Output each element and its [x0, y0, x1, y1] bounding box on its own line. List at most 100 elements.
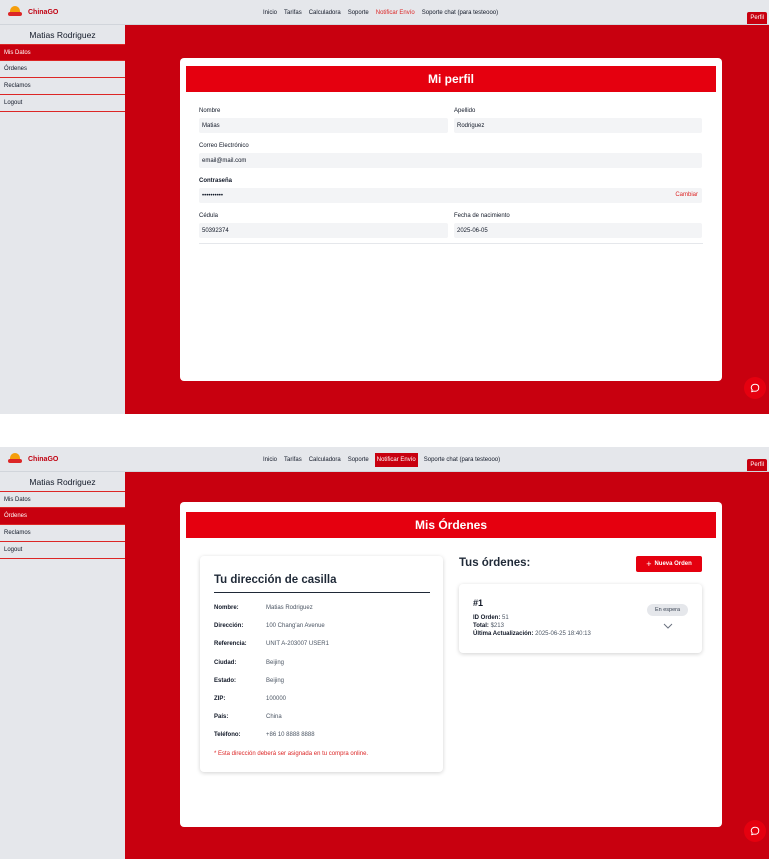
- nombre-field[interactable]: Matias: [199, 118, 448, 133]
- address-row: Referencia: UNIT A-203007 USER1: [214, 641, 329, 647]
- orders-screen: ChinaGO Inicio Tarifas Calculadora Sopor…: [0, 447, 769, 859]
- order-updated: Última Actualización: 2025-06-25 18:40:1…: [473, 631, 591, 637]
- nav-inicio[interactable]: Inicio: [262, 455, 278, 465]
- order-total-value: $213: [490, 623, 504, 629]
- address-key: País:: [214, 714, 229, 720]
- address-key: Nombre:: [214, 605, 239, 611]
- status-badge: En espera: [647, 604, 688, 616]
- address-value: +86 10 8888 8888: [266, 732, 315, 738]
- brand-name: ChinaGO: [28, 8, 59, 16]
- address-note: * Esta dirección deberá ser asignada en …: [214, 751, 369, 757]
- order-id-label: ID Orden:: [473, 615, 501, 621]
- perfil-button[interactable]: Perfil: [747, 12, 767, 24]
- nav-calculadora[interactable]: Calculadora: [308, 455, 342, 465]
- chat-bubble-icon: [750, 383, 760, 393]
- perfil-button[interactable]: Perfil: [747, 459, 767, 471]
- page-title: Mi perfil: [186, 66, 716, 92]
- chat-button[interactable]: [744, 377, 766, 399]
- address-row: ZIP: 100000: [214, 696, 286, 702]
- email-label: Correo Electrónico: [199, 143, 249, 149]
- sidebar: Matias Rodriguez Mis Datos Órdenes Recla…: [0, 25, 125, 414]
- nav-soporte-chat[interactable]: Soporte chat (para testeooo): [421, 8, 499, 18]
- order-card[interactable]: #1 ID Orden: 51 Total: $213 Última Actua…: [459, 584, 702, 653]
- order-id: ID Orden: 51: [473, 615, 509, 621]
- new-order-label: Nueva Orden: [654, 561, 692, 567]
- change-password-link[interactable]: Cambiar: [675, 192, 698, 198]
- nav-tarifas[interactable]: Tarifas: [283, 8, 303, 18]
- address-row: Ciudad: Beijing: [214, 660, 284, 666]
- nav-calculadora[interactable]: Calculadora: [308, 8, 342, 18]
- chat-button[interactable]: [744, 820, 766, 842]
- sidebar-item-ordenes[interactable]: Órdenes: [0, 508, 125, 525]
- birth-date-label: Fecha de nacimiento: [454, 213, 510, 219]
- address-value: China: [266, 714, 282, 720]
- order-updated-value: 2025-06-25 18:40:13: [535, 631, 591, 637]
- top-navbar: ChinaGO Inicio Tarifas Calculadora Sopor…: [0, 0, 769, 25]
- top-navbar: ChinaGO Inicio Tarifas Calculadora Sopor…: [0, 447, 769, 472]
- address-value: Beijing: [266, 660, 285, 666]
- plus-icon: +: [646, 558, 652, 569]
- sidebar-item-mis-datos[interactable]: Mis Datos: [0, 491, 125, 508]
- sidebar-item-reclamos[interactable]: Reclamos: [0, 525, 125, 542]
- password-value: ••••••••••: [202, 192, 224, 199]
- address-value: 100000: [266, 696, 287, 702]
- order-id-value: 51: [502, 615, 509, 621]
- new-order-button[interactable]: + Nueva Orden: [636, 556, 702, 572]
- address-key: ZIP:: [214, 696, 226, 702]
- address-card: Tu dirección de casilla Nombre: Matias Ro…: [200, 556, 443, 772]
- main-nav: Inicio Tarifas Calculadora Soporte Notif…: [262, 447, 501, 472]
- nav-notificar-envio[interactable]: Notificar Envío: [375, 8, 416, 18]
- profile-card: Mi perfil: [180, 58, 722, 381]
- address-row: Nombre: Matias Rodriguez: [214, 605, 313, 611]
- brand[interactable]: ChinaGO: [8, 6, 58, 18]
- sidebar-item-mis-datos[interactable]: Mis Datos: [0, 44, 125, 61]
- nav-notificar-envio[interactable]: Notificar Envío: [374, 452, 418, 467]
- sidebar: Matias Rodriguez Mis Datos Órdenes Recla…: [0, 472, 125, 859]
- chinago-logo-icon: [8, 6, 22, 18]
- cedula-field[interactable]: 50392374: [199, 223, 448, 238]
- sidebar-item-logout[interactable]: Logout: [0, 542, 125, 559]
- address-key: Ciudad:: [214, 660, 237, 666]
- chevron-down-icon[interactable]: [663, 622, 673, 630]
- nav-inicio[interactable]: Inicio: [262, 8, 278, 18]
- sidebar-item-reclamos[interactable]: Reclamos: [0, 78, 125, 95]
- orders-title: Tus órdenes:: [459, 557, 531, 569]
- sidebar-item-logout[interactable]: Logout: [0, 95, 125, 112]
- address-divider: [214, 592, 430, 593]
- nav-soporte[interactable]: Soporte: [347, 455, 370, 465]
- order-updated-label: Última Actualización:: [473, 631, 534, 637]
- address-key: Dirección:: [214, 623, 244, 629]
- chinago-logo-icon: [8, 453, 22, 465]
- form-divider: [199, 243, 703, 244]
- password-field[interactable]: •••••••••• Cambiar: [199, 188, 702, 203]
- address-value: Beijing: [266, 678, 285, 684]
- address-row: País: China: [214, 714, 282, 720]
- nav-soporte-chat[interactable]: Soporte chat (para testeooo): [423, 455, 501, 465]
- address-value: 100 Chang'an Avenue: [266, 623, 325, 629]
- nombre-label: Nombre: [199, 108, 221, 114]
- address-key: Estado:: [214, 678, 237, 684]
- cedula-label: Cédula: [199, 213, 219, 219]
- sidebar-item-ordenes[interactable]: Órdenes: [0, 61, 125, 78]
- chat-bubble-icon: [750, 826, 760, 836]
- email-field[interactable]: email@mail.com: [199, 153, 702, 168]
- main-nav: Inicio Tarifas Calculadora Soporte Notif…: [262, 0, 499, 25]
- sidebar-user-name: Matias Rodriguez: [29, 29, 96, 40]
- profile-screen: ChinaGO Inicio Tarifas Calculadora Sopor…: [0, 0, 769, 414]
- password-label: Contraseña: [199, 178, 233, 184]
- nav-soporte[interactable]: Soporte: [347, 8, 370, 18]
- order-number: #1: [473, 598, 484, 608]
- address-value: UNIT A-203007 USER1: [266, 641, 329, 647]
- birth-date-field[interactable]: 2025-06-05: [454, 223, 702, 238]
- address-row: Teléfono: +86 10 8888 8888: [214, 732, 315, 738]
- brand[interactable]: ChinaGO: [8, 453, 58, 465]
- address-key: Referencia:: [214, 641, 247, 647]
- address-row: Estado: Beijing: [214, 678, 284, 684]
- apellido-field[interactable]: Rodriguez: [454, 118, 702, 133]
- nav-tarifas[interactable]: Tarifas: [283, 455, 303, 465]
- order-total: Total: $213: [473, 623, 504, 629]
- address-title: Tu dirección de casilla: [214, 574, 337, 586]
- apellido-label: Apellido: [454, 108, 476, 114]
- brand-name: ChinaGO: [28, 455, 59, 463]
- address-key: Teléfono:: [214, 732, 241, 738]
